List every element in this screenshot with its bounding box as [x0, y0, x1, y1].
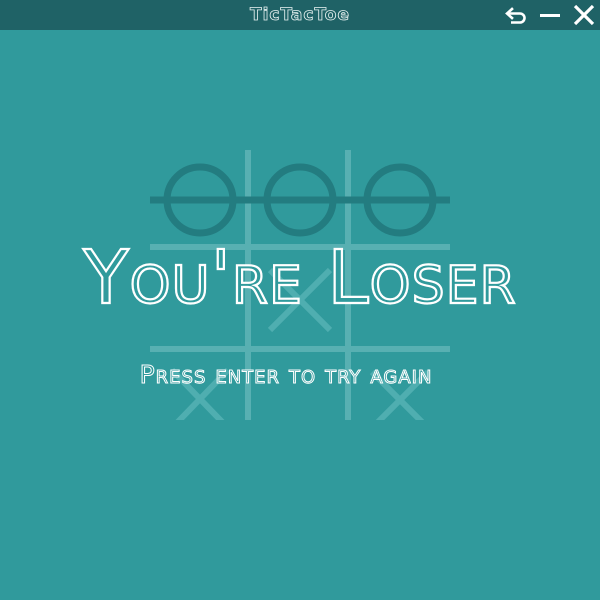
retry-prompt: Press enter to try again	[139, 360, 433, 390]
result-headline: You're Loser	[82, 234, 517, 322]
minimize-button[interactable]	[538, 3, 562, 27]
game-window: TicTacToe You're Loser Press enter to tr…	[0, 0, 600, 600]
restart-button[interactable]	[504, 3, 528, 27]
title-bar[interactable]: TicTacToe	[0, 0, 600, 30]
undo-arrow-icon	[505, 7, 526, 24]
close-icon	[573, 4, 595, 26]
close-button[interactable]	[572, 3, 596, 27]
minus-icon	[540, 14, 560, 17]
